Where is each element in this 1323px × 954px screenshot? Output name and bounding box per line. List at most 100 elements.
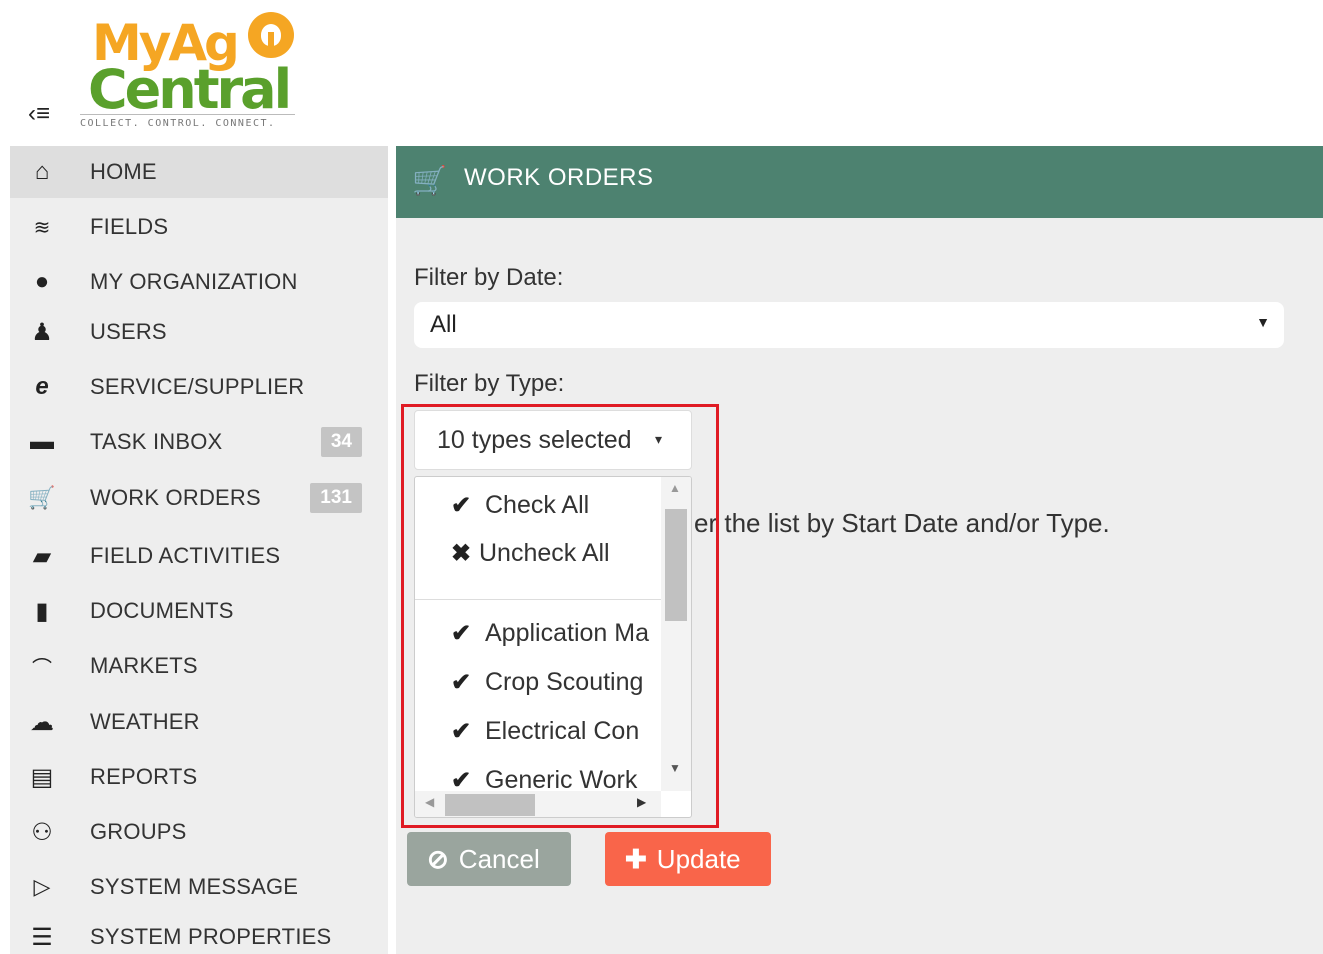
sidebar-item-system-message[interactable]: ▷ SYSTEM MESSAGE xyxy=(10,861,388,913)
sidebar-item-task-inbox[interactable]: ▬ TASK INBOX 34 xyxy=(10,416,388,468)
logo-line2: Central xyxy=(88,58,292,121)
scroll-down-icon[interactable]: ▼ xyxy=(669,761,681,775)
sidebar-item-label: USERS xyxy=(90,319,167,344)
work-orders-badge: 131 xyxy=(310,483,362,513)
sidebar-item-label: FIELD ACTIVITIES xyxy=(90,543,281,568)
type-option[interactable]: ✔ Electrical Con xyxy=(451,717,639,746)
page-title: WORK ORDERS xyxy=(464,164,654,191)
cancel-label: Cancel xyxy=(458,843,540,874)
chart-icon: ⌒ xyxy=(32,657,52,680)
sidebar-item-label: HOME xyxy=(90,159,157,184)
type-option-label: Crop Scouting xyxy=(485,668,644,696)
logo-flower-icon xyxy=(248,12,294,58)
cart-icon: 🛒 xyxy=(28,485,56,510)
sidebar-item-home[interactable]: ⌂ HOME xyxy=(10,146,388,198)
sidebar-item-label: GROUPS xyxy=(90,819,187,844)
main-panel: 🛒 WORK ORDERS Filter by Date: All ▼ Filt… xyxy=(396,146,1323,954)
plus-icon: ✚ xyxy=(625,843,647,874)
task-inbox-badge: 34 xyxy=(320,427,362,457)
scrollbar-thumb[interactable] xyxy=(445,794,535,816)
check-icon: ✔ xyxy=(451,492,472,519)
sidebar-item-label: DOCUMENTS xyxy=(90,598,234,623)
service-icon: e xyxy=(35,373,49,400)
cancel-button[interactable]: ⊘ Cancel xyxy=(407,832,571,886)
scrollbar-thumb[interactable] xyxy=(665,509,687,621)
x-icon: ✖ xyxy=(451,540,472,567)
type-option-label: Electrical Con xyxy=(485,717,640,745)
type-option-label: Application Ma xyxy=(485,619,649,647)
ban-icon: ⊘ xyxy=(427,843,449,874)
logo-tagline: COLLECT. CONTROL. CONNECT. xyxy=(80,114,295,129)
sidebar-item-label: WEATHER xyxy=(90,709,200,734)
uncheck-all-label: Uncheck All xyxy=(479,539,610,567)
sidebar-item-fields[interactable]: ≋ FIELDS xyxy=(10,201,388,253)
logo[interactable]: MyAg Central COLLECT. CONTROL. CONNECT. xyxy=(80,6,300,136)
filter-type-dropdown-button[interactable]: 10 types selected ▾ xyxy=(414,410,692,470)
check-icon: ✔ xyxy=(451,767,472,791)
sidebar-item-label: SYSTEM PROPERTIES xyxy=(90,924,332,949)
sidebar-item-documents[interactable]: ▮ DOCUMENTS xyxy=(10,585,388,637)
sidebar-item-label: MY ORGANIZATION xyxy=(90,269,298,294)
tractor-icon: ▰ xyxy=(32,542,52,570)
hint-text: er the list by Start Date and/or Type. xyxy=(694,508,1110,538)
check-icon: ✔ xyxy=(451,669,472,696)
inbox-icon: ▬ xyxy=(30,428,54,455)
groups-icon: ⚇ xyxy=(31,818,53,846)
sidebar-item-field-activities[interactable]: ▰ FIELD ACTIVITIES xyxy=(10,530,388,582)
filter-type-label: Filter by Type: xyxy=(414,370,565,397)
type-option[interactable]: ✔ Application Ma xyxy=(451,619,649,648)
sidebar: ⌂ HOME ≋ FIELDS ● MY ORGANIZATION ♟ USER… xyxy=(10,146,388,954)
filter-date-select[interactable]: All ▼ xyxy=(414,302,1284,348)
type-option-label: Generic Work xyxy=(485,766,638,791)
fields-icon: ≋ xyxy=(33,216,51,239)
user-icon: ♟ xyxy=(31,318,53,346)
sidebar-item-groups[interactable]: ⚇ GROUPS xyxy=(10,806,388,858)
sidebar-item-users[interactable]: ♟ USERS xyxy=(10,306,388,358)
uncheck-all-option[interactable]: ✖ Uncheck All xyxy=(451,539,610,568)
update-button[interactable]: ✚ Update xyxy=(605,832,771,886)
panel-header: 🛒 WORK ORDERS xyxy=(396,146,1323,218)
report-icon: ▤ xyxy=(30,763,54,791)
page: ‹≡ MyAg Central COLLECT. CONTROL. CONNEC… xyxy=(0,0,1323,954)
filter-type-value: 10 types selected xyxy=(437,426,632,454)
update-label: Update xyxy=(656,843,741,874)
sidebar-item-service-supplier[interactable]: e SERVICE/SUPPLIER xyxy=(10,361,388,413)
documents-icon: ▮ xyxy=(35,597,49,625)
type-option[interactable]: ✔ Crop Scouting xyxy=(451,668,643,697)
sidebar-item-work-orders[interactable]: 🛒 WORK ORDERS 131 xyxy=(10,472,388,524)
sidebar-item-markets[interactable]: ⌒ MARKETS xyxy=(10,640,388,692)
sidebar-item-weather[interactable]: ☁ WEATHER xyxy=(10,696,388,748)
check-all-option[interactable]: ✔ Check All xyxy=(451,491,589,520)
check-icon: ✔ xyxy=(451,620,472,647)
filter-date-label: Filter by Date: xyxy=(414,264,564,291)
cart-icon: 🛒 xyxy=(412,165,447,196)
type-dropdown-menu: ✔ Check All ✖ Uncheck All ✔ Application Ma … xyxy=(414,476,692,818)
megaphone-icon: ▷ xyxy=(33,874,51,899)
sidebar-item-label: WORK ORDERS xyxy=(90,485,261,510)
type-option[interactable]: ✔ Generic Work xyxy=(451,766,637,791)
dropdown-divider xyxy=(415,599,661,600)
sidebar-item-label: REPORTS xyxy=(90,764,198,789)
sidebar-item-label: FIELDS xyxy=(90,214,169,239)
sidebar-item-reports[interactable]: ▤ REPORTS xyxy=(10,751,388,803)
sidebar-item-label: SERVICE/SUPPLIER xyxy=(90,374,305,399)
scroll-up-icon[interactable]: ▲ xyxy=(669,481,681,495)
scroll-left-icon[interactable]: ◀ xyxy=(425,795,434,809)
horizontal-scrollbar[interactable]: ◀ ▶ xyxy=(415,791,661,817)
sidebar-item-my-organization[interactable]: ● MY ORGANIZATION xyxy=(10,256,388,308)
sidebar-item-label: MARKETS xyxy=(90,653,198,678)
cloud-icon: ☁ xyxy=(30,708,54,736)
sidebar-item-label: SYSTEM MESSAGE xyxy=(90,874,299,899)
collapse-menu-icon[interactable]: ‹≡ xyxy=(28,100,64,128)
sidebar-item-label: TASK INBOX xyxy=(90,429,223,454)
caret-down-icon: ▾ xyxy=(655,431,663,447)
list-icon: ☰ xyxy=(31,923,53,951)
globe-icon: ● xyxy=(34,268,50,295)
check-icon: ✔ xyxy=(451,718,472,745)
filter-date-value: All xyxy=(430,311,457,338)
scroll-right-icon[interactable]: ▶ xyxy=(637,795,646,809)
sidebar-item-system-properties[interactable]: ☰ SYSTEM PROPERTIES xyxy=(10,911,388,954)
vertical-scrollbar[interactable]: ▲ ▼ xyxy=(661,477,691,791)
home-icon: ⌂ xyxy=(34,158,50,185)
dropdown-list[interactable]: ✔ Check All ✖ Uncheck All ✔ Application Ma … xyxy=(415,477,661,791)
